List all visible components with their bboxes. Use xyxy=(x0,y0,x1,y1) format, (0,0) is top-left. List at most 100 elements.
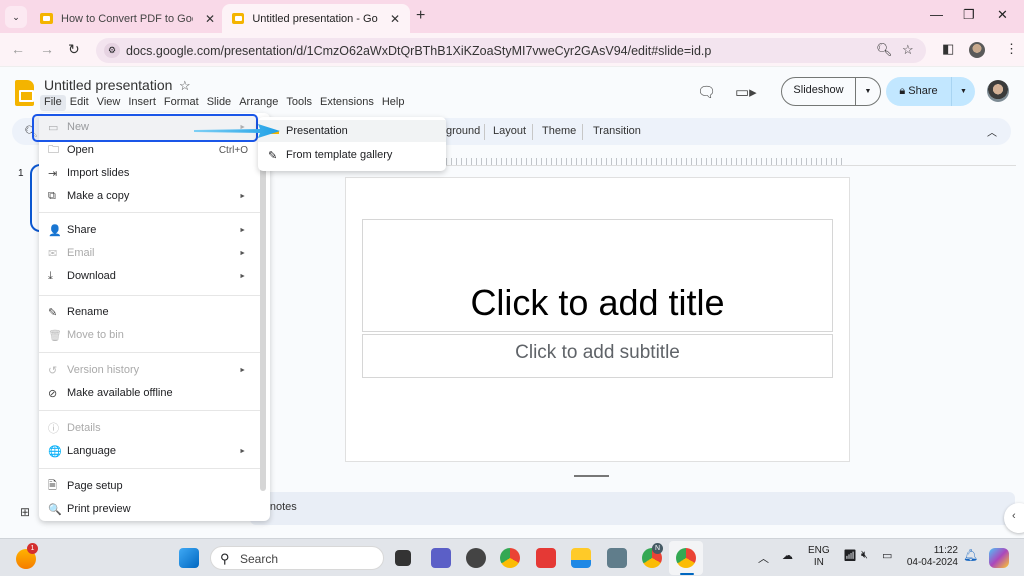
more-menu-icon[interactable]: ⋮ xyxy=(1005,41,1018,57)
app-icon[interactable] xyxy=(466,548,486,568)
meet-camera-icon[interactable]: ▭▸ xyxy=(735,83,757,101)
share-main[interactable]: 🔒︎ Share xyxy=(886,77,952,106)
notes-resize-handle[interactable] xyxy=(574,475,609,477)
submenu-item-from-template-gallery[interactable]: ✎ From template gallery xyxy=(258,144,446,166)
browser-tab[interactable]: How to Convert PDF to Google ✕ xyxy=(30,4,225,33)
forward-icon[interactable]: → xyxy=(40,41,54,57)
import-icon: ⇥ xyxy=(48,167,58,180)
menu-item-share[interactable]: 👤 Share ► xyxy=(39,219,261,241)
tab-title: How to Convert PDF to Google xyxy=(61,12,193,25)
print-preview-icon: 🔍 xyxy=(48,503,62,516)
title-placeholder[interactable]: Click to add title xyxy=(362,219,833,332)
bookmark-star-icon[interactable]: ☆ xyxy=(902,42,914,58)
account-avatar[interactable] xyxy=(987,80,1009,102)
chrome-icon[interactable] xyxy=(500,548,520,568)
slideshow-dropdown-icon[interactable]: ▼ xyxy=(856,88,880,95)
speaker-notes[interactable]: er notes xyxy=(250,492,1015,525)
share-dropdown-icon[interactable]: ▼ xyxy=(952,88,975,95)
minimize-button[interactable]: — xyxy=(930,7,943,22)
menu-tools[interactable]: Tools xyxy=(282,95,316,111)
show-hidden-icons[interactable]: ︿ xyxy=(758,550,769,566)
notification-bell-icon[interactable]: 🔔︎ xyxy=(963,548,978,562)
chrome-active-icon[interactable] xyxy=(676,548,696,568)
menu-item-rename[interactable]: ✎ Rename xyxy=(39,301,261,323)
restore-button[interactable]: ❐ xyxy=(963,7,975,23)
menu-item-import-slides[interactable]: ⇥ Import slides xyxy=(39,162,261,184)
volume-muted-icon[interactable]: 🔇︎ xyxy=(861,549,868,562)
collapse-toolbar-icon[interactable]: ︿ xyxy=(987,124,997,139)
close-tab-icon[interactable]: ✕ xyxy=(205,12,215,26)
menu-help[interactable]: Help xyxy=(378,95,409,111)
grid-view-icon[interactable]: ⊞ xyxy=(20,505,30,519)
copilot-icon[interactable] xyxy=(989,548,1009,568)
toolbar-theme[interactable]: Theme xyxy=(542,125,576,137)
side-panel-icon[interactable]: ◧ xyxy=(942,41,954,57)
slideshow-button[interactable]: Slideshow ▼ xyxy=(781,77,881,106)
clock[interactable]: 11:22 04-04-2024 xyxy=(906,545,958,569)
menu-item-print-preview[interactable]: 🔍 Print preview xyxy=(39,498,261,520)
site-settings-icon[interactable]: ⚙ xyxy=(104,43,120,58)
new-tab-button[interactable]: + xyxy=(416,7,425,25)
zoom-icon[interactable]: 🔍︎ xyxy=(876,42,893,58)
file-explorer-icon[interactable] xyxy=(571,548,591,568)
horizontal-ruler[interactable] xyxy=(446,158,846,165)
menu-slide[interactable]: Slide xyxy=(203,95,235,111)
toolbar-layout[interactable]: Layout xyxy=(493,125,526,137)
menu-item-page-setup[interactable]: 🗎 Page setup xyxy=(39,475,261,497)
share-button[interactable]: 🔒︎ Share ▼ xyxy=(886,77,975,106)
toolbar-background[interactable]: ground xyxy=(446,125,480,137)
subtitle-placeholder[interactable]: Click to add subtitle xyxy=(362,334,833,378)
onedrive-icon[interactable]: ☁ xyxy=(782,549,793,562)
comments-icon[interactable]: 🗨 xyxy=(697,83,716,101)
lang-top: ENG xyxy=(808,545,830,556)
teams-icon[interactable] xyxy=(431,548,451,568)
browser-tab-strip: ⌄ How to Convert PDF to Google ✕ Untitle… xyxy=(0,0,1024,33)
task-view-icon[interactable] xyxy=(395,550,411,566)
menu-bar: File Edit View Insert Format Slide Arran… xyxy=(40,95,408,111)
menu-extensions[interactable]: Extensions xyxy=(316,95,378,111)
language-indicator[interactable]: ENG IN xyxy=(808,545,830,569)
menu-format[interactable]: Format xyxy=(160,95,203,111)
reload-icon[interactable]: ↻ xyxy=(68,41,80,58)
calculator-icon[interactable] xyxy=(607,548,627,568)
menu-item-open[interactable]: 🗀 Open Ctrl+O xyxy=(39,139,261,161)
slideshow-label[interactable]: Slideshow xyxy=(782,77,856,106)
submenu-item-presentation[interactable]: ▬Presentation xyxy=(258,120,446,142)
profile-avatar[interactable] xyxy=(969,42,985,58)
back-icon[interactable]: ← xyxy=(11,41,25,57)
menu-item-language[interactable]: 🌐 Language ► xyxy=(39,440,261,462)
url-text[interactable]: docs.google.com/presentation/d/1CmzO62aW… xyxy=(126,44,711,58)
submenu-arrow-icon: ► xyxy=(239,272,246,280)
star-icon[interactable]: ☆ xyxy=(179,78,191,94)
battery-icon[interactable]: ▭ xyxy=(882,549,892,562)
menu-scrollbar[interactable] xyxy=(260,121,266,491)
menu-divider xyxy=(39,410,261,411)
tab-search-button[interactable]: ⌄ xyxy=(5,6,27,28)
menu-file[interactable]: File xyxy=(40,95,66,111)
close-window-button[interactable]: ✕ xyxy=(997,7,1008,23)
close-tab-icon[interactable]: ✕ xyxy=(390,12,400,26)
slides-logo-icon[interactable] xyxy=(15,80,34,106)
menu-item-make-a-copy[interactable]: ⧉ Make a copy ► xyxy=(39,185,261,207)
start-windows-icon[interactable] xyxy=(179,548,199,568)
menu-item-label: Page setup xyxy=(67,480,123,492)
profile-badge: N xyxy=(652,543,663,554)
menu-item-make-available-offline[interactable]: ⊘ Make available offline xyxy=(39,382,261,404)
template-icon: ✎ xyxy=(268,149,278,162)
menu-divider xyxy=(39,468,261,469)
menu-arrange[interactable]: Arrange xyxy=(235,95,282,111)
toolbar-transition[interactable]: Transition xyxy=(593,125,641,137)
menu-item-download[interactable]: ⤓ Download ► xyxy=(39,265,261,287)
submenu-item-label: From template gallery xyxy=(286,149,393,161)
menu-edit[interactable]: Edit xyxy=(66,95,93,111)
menu-insert[interactable]: Insert xyxy=(124,95,160,111)
browser-tab-active[interactable]: Untitled presentation - Google S ✕ xyxy=(222,4,410,33)
menu-view[interactable]: View xyxy=(93,95,125,111)
address-bar[interactable]: ⚙ docs.google.com/presentation/d/1CmzO62… xyxy=(96,38,926,63)
side-panel-toggle[interactable]: ‹ xyxy=(1004,503,1024,533)
document-title[interactable]: Untitled presentation xyxy=(44,77,172,93)
taskbar-search[interactable]: ⚲ Search xyxy=(210,546,384,570)
menu-item-label: Language xyxy=(67,445,116,457)
pdf-app-icon[interactable] xyxy=(536,548,556,568)
wifi-icon[interactable]: 📶︎ xyxy=(843,549,857,562)
